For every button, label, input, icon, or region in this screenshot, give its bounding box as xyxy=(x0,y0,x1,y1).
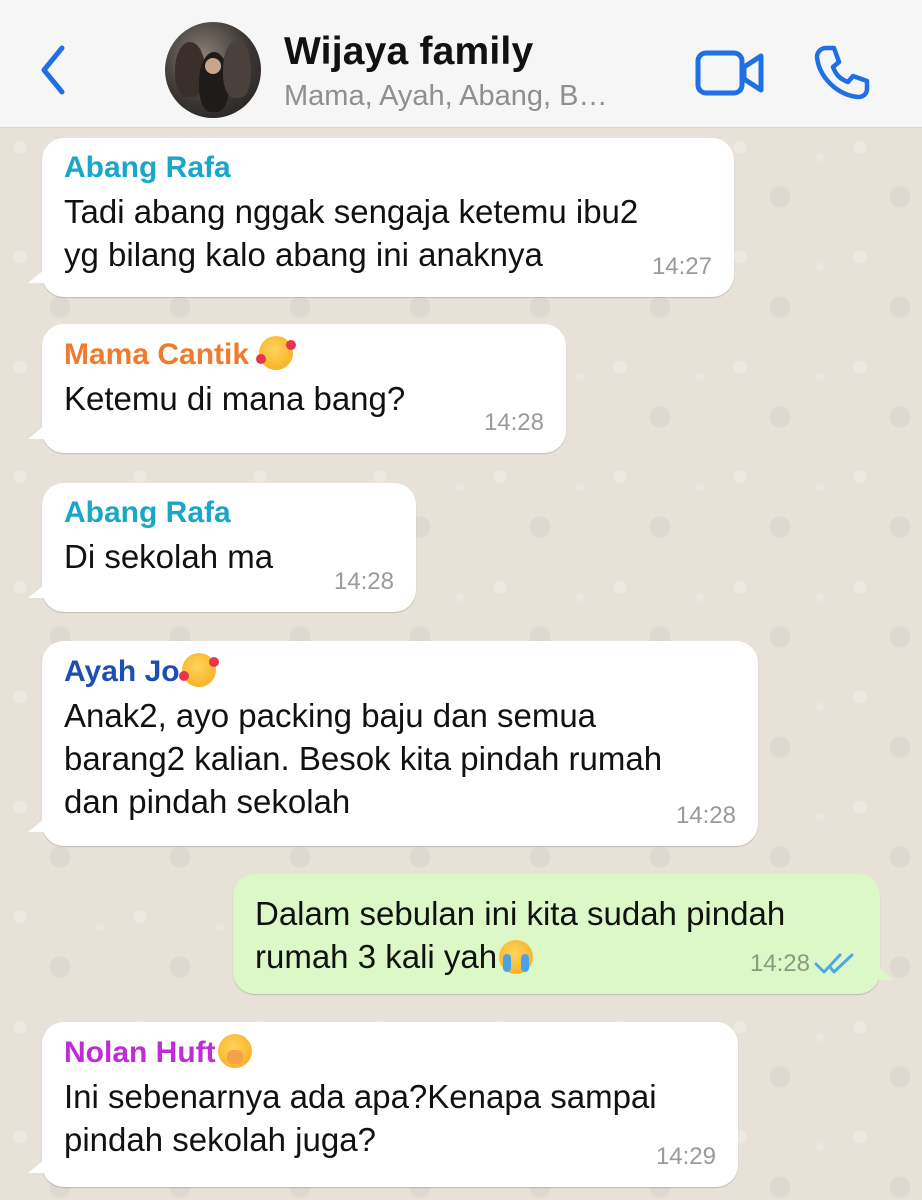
video-camera-icon[interactable] xyxy=(695,50,765,96)
bubble-tail xyxy=(28,1155,50,1173)
message-time: 14:28 xyxy=(483,409,544,436)
message-line: dan pindah sekolah xyxy=(64,783,351,820)
sender-name[interactable]: Abang Rafa xyxy=(64,150,712,186)
sender-name[interactable]: Mama Cantik xyxy=(64,336,544,373)
message-time: 14:27 xyxy=(651,253,712,280)
message-bubble[interactable]: Nolan Huft Ini sebenarnya ada apa?Kenapa… xyxy=(28,1022,738,1187)
message-line: Ketemu di mana bang? xyxy=(64,380,406,417)
sender-label: Mama Cantik xyxy=(64,338,250,371)
group-avatar[interactable] xyxy=(165,22,261,118)
chat-members[interactable]: Mama, Ayah, Abang, B… xyxy=(284,80,608,113)
message-text: Ketemu di mana bang? xyxy=(64,377,544,420)
message-line: Dalam sebulan ini kita sudah pindah xyxy=(255,895,786,932)
chat-header: Wijaya family Mama, Ayah, Abang, B… xyxy=(0,0,922,128)
sender-label: Abang Rafa xyxy=(64,151,231,184)
message-line: barang2 kalian. Besok kita pindah rumah xyxy=(64,740,663,777)
message-time: 14:28 xyxy=(333,568,394,595)
message-line: pindah sekolah juga? xyxy=(64,1121,376,1158)
chat-title[interactable]: Wijaya family xyxy=(284,30,533,74)
sender-label: Ayah Jo xyxy=(64,655,180,688)
message-time: 14:28 xyxy=(675,802,736,829)
sender-name[interactable]: Abang Rafa xyxy=(64,495,394,531)
bubble-tail xyxy=(28,814,50,832)
double-check-read-icon xyxy=(814,953,854,974)
smiling-face-with-hearts-icon xyxy=(256,336,297,370)
message-text: Tadi abang nggak sengaja ketemu ibu2 yg … xyxy=(64,190,712,276)
message-line: Tadi abang nggak sengaja ketemu ibu2 xyxy=(64,193,639,230)
message-line: Anak2, ayo packing baju dan semua xyxy=(64,697,597,734)
message-time: 14:29 xyxy=(655,1143,716,1170)
sender-label: Abang Rafa xyxy=(64,496,231,529)
sender-label: Nolan Huft xyxy=(64,1036,216,1069)
loudly-crying-face-icon xyxy=(499,940,534,974)
yawning-face-icon xyxy=(217,1034,252,1068)
message-line: yg bilang kalo abang ini anaknya xyxy=(64,236,543,273)
phone-icon[interactable] xyxy=(812,42,872,102)
bubble-tail xyxy=(28,265,50,283)
message-text: Anak2, ayo packing baju dan semua barang… xyxy=(64,694,736,823)
bubble-tail xyxy=(872,962,894,980)
message-bubble[interactable]: Abang Rafa Tadi abang nggak sengaja kete… xyxy=(28,138,734,297)
message-line: Ini sebenarnya ada apa?Kenapa sampai xyxy=(64,1078,657,1115)
message-bubble[interactable]: Abang Rafa Di sekolah ma 14:28 xyxy=(28,483,416,612)
sender-name[interactable]: Ayah Jo xyxy=(64,653,736,690)
message-line: rumah 3 kali yah xyxy=(255,938,498,975)
sender-name[interactable]: Nolan Huft xyxy=(64,1034,716,1071)
message-bubble[interactable]: Mama Cantik Ketemu di mana bang? 14:28 xyxy=(28,324,566,453)
bubble-tail xyxy=(28,421,50,439)
smiling-face-with-hearts-icon xyxy=(178,653,219,687)
bubble-tail xyxy=(28,580,50,598)
message-text: Ini sebenarnya ada apa?Kenapa sampai pin… xyxy=(64,1075,716,1161)
message-bubble-outgoing[interactable]: Dalam sebulan ini kita sudah pindah ruma… xyxy=(233,874,894,994)
message-bubble[interactable]: Ayah Jo Anak2, ayo packing baju dan semu… xyxy=(28,641,758,846)
message-time: 14:28 xyxy=(749,950,810,977)
chevron-left-icon[interactable] xyxy=(32,38,76,102)
